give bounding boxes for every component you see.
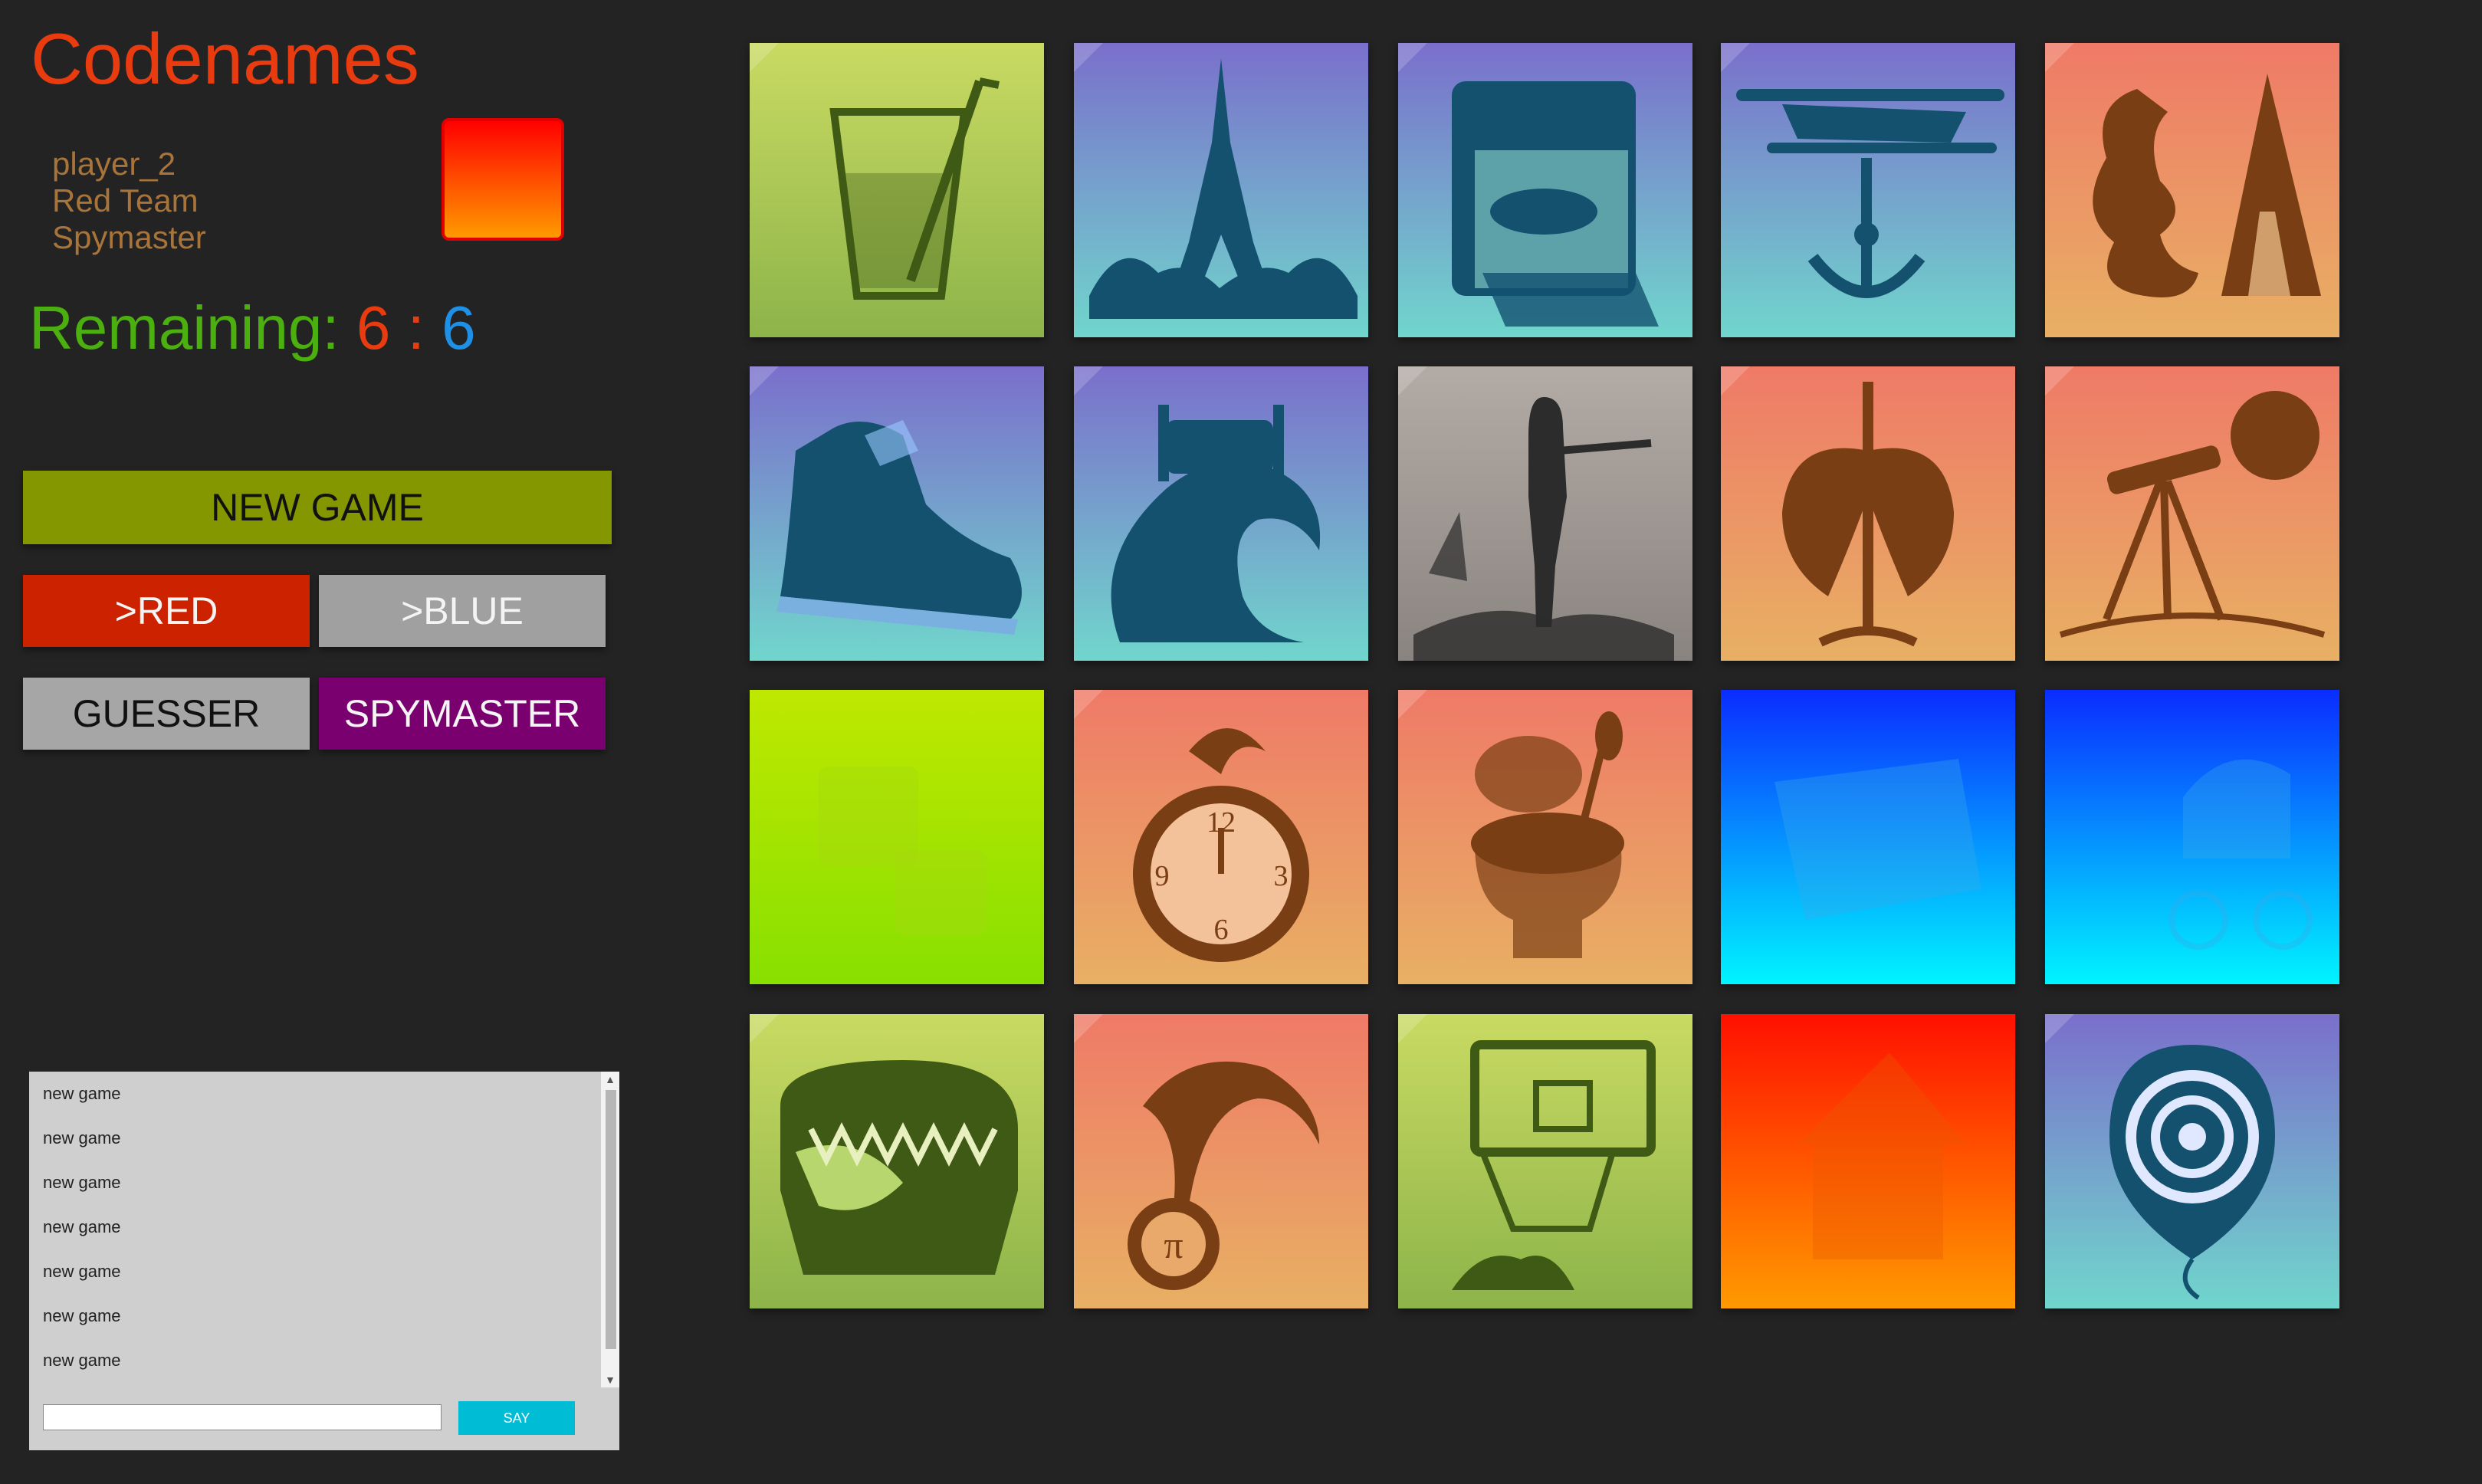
remaining-counter: Remaining: 6 : 6 xyxy=(29,297,476,359)
player-role: Spymaster xyxy=(52,219,206,255)
remaining-separator: : xyxy=(407,294,425,362)
card-puzzle-blocks[interactable] xyxy=(750,690,1044,984)
remaining-label: Remaining: xyxy=(29,294,340,362)
puzzle-blocks-icon xyxy=(819,767,987,935)
card-book[interactable] xyxy=(1721,690,2015,984)
biplane-anchor-icon xyxy=(1736,89,2004,298)
card-medal[interactable]: π xyxy=(1074,1014,1368,1308)
card-corner-marker xyxy=(2045,366,2074,396)
player-name: player_2 xyxy=(52,146,176,182)
svg-text:π: π xyxy=(1164,1223,1183,1266)
mailbox-icon xyxy=(1452,81,1659,327)
chat-message: new game xyxy=(43,1306,121,1325)
svg-text:9: 9 xyxy=(1155,860,1170,892)
chat-message: new game xyxy=(43,1084,121,1103)
app-title: Codenames xyxy=(31,18,419,99)
chat-message: new game xyxy=(43,1128,121,1147)
chat-scrollbar[interactable]: ▲ ▼ xyxy=(601,1072,619,1387)
card-toilet[interactable] xyxy=(1398,690,1692,984)
player-team: Red Team xyxy=(52,182,199,218)
dragon-teepee-icon xyxy=(2093,74,2321,297)
join-blue-button[interactable]: >BLUE xyxy=(319,575,606,647)
card-corner-marker xyxy=(1721,43,1750,72)
card-corner-marker xyxy=(1398,690,1427,719)
card-corner-marker xyxy=(1398,43,1427,72)
card-corner-marker xyxy=(1398,366,1427,396)
svg-text:3: 3 xyxy=(1274,860,1289,892)
card-telescope-planet[interactable] xyxy=(2045,366,2339,661)
bed-wave-icon xyxy=(1111,405,1321,642)
alarm-clock-icon: 1269 3 xyxy=(1133,728,1309,962)
book-icon xyxy=(1774,759,1981,920)
svg-text:6: 6 xyxy=(1214,914,1229,946)
card-corner-marker xyxy=(2045,1014,2074,1043)
card-biplane-anchor[interactable] xyxy=(1721,43,2015,337)
guesser-role-button[interactable]: GUESSER xyxy=(23,678,310,750)
chat-panel: new game new game new game new game new … xyxy=(29,1072,619,1450)
card-basketball-hoop[interactable] xyxy=(1398,1014,1692,1308)
join-red-button[interactable]: >RED xyxy=(23,575,310,647)
card-bed-wave[interactable] xyxy=(1074,366,1368,661)
new-game-button[interactable]: NEW GAME xyxy=(23,471,612,544)
remaining-blue-count: 6 xyxy=(442,294,476,362)
birdhouse-icon xyxy=(1797,1052,1966,1259)
card-eiffel-tower[interactable] xyxy=(1074,43,1368,337)
spymaster-role-button[interactable]: SPYMASTER xyxy=(319,678,606,750)
card-target-balloon[interactable] xyxy=(2045,1014,2339,1308)
card-corner-marker xyxy=(750,366,779,396)
drink-glass-icon xyxy=(829,77,1000,300)
target-balloon-icon xyxy=(2109,1045,2275,1300)
sneaker-icon xyxy=(776,420,1022,635)
card-stroller-chain[interactable] xyxy=(2045,690,2339,984)
card-coat-rack-wings[interactable] xyxy=(1721,366,2015,661)
chat-log[interactable]: new game new game new game new game new … xyxy=(29,1072,599,1387)
player-info: player_2 Red Team Spymaster xyxy=(52,146,206,256)
card-hitchhiker[interactable] xyxy=(1398,366,1692,661)
chat-message: new game xyxy=(43,1217,121,1236)
team-color-swatch xyxy=(442,118,564,241)
chat-input[interactable] xyxy=(43,1404,442,1430)
telescope-planet-icon xyxy=(2059,391,2326,638)
card-drink-glass[interactable] xyxy=(750,43,1044,337)
card-corner-marker xyxy=(1074,1014,1103,1043)
coat-rack-wings-icon xyxy=(1782,382,1954,647)
card-dragon-teepee[interactable] xyxy=(2045,43,2339,337)
medal-icon: π xyxy=(1128,1061,1319,1290)
basketball-hoop-icon xyxy=(1452,1040,1656,1290)
card-corner-marker xyxy=(1074,43,1103,72)
card-corner-marker xyxy=(1074,690,1103,719)
treasure-chest-monster-icon xyxy=(780,1060,1018,1275)
toilet-icon xyxy=(1471,711,1624,958)
scrollbar-thumb[interactable] xyxy=(606,1090,616,1349)
scroll-down-arrow-icon[interactable]: ▼ xyxy=(601,1372,619,1387)
card-corner-marker xyxy=(750,43,779,72)
hitchhiker-icon xyxy=(1413,397,1674,661)
card-corner-marker xyxy=(2045,43,2074,72)
card-alarm-clock[interactable]: 12 6 9 3 xyxy=(1074,690,1368,984)
card-corner-marker xyxy=(1398,1014,1427,1043)
card-birdhouse[interactable] xyxy=(1721,1014,2015,1308)
say-button[interactable]: SAY xyxy=(458,1401,575,1435)
card-treasure-chest-monster[interactable] xyxy=(750,1014,1044,1308)
eiffel-tower-icon xyxy=(1089,58,1358,319)
scroll-up-arrow-icon[interactable]: ▲ xyxy=(601,1072,619,1087)
remaining-red-count: 6 xyxy=(356,294,391,362)
chat-message: new game xyxy=(43,1351,121,1370)
chat-message: new game xyxy=(43,1262,121,1281)
card-mailbox[interactable] xyxy=(1398,43,1692,337)
card-sneaker[interactable] xyxy=(750,366,1044,661)
stroller-chain-icon xyxy=(2168,759,2313,950)
card-corner-marker xyxy=(1721,366,1750,396)
card-corner-marker xyxy=(1074,366,1103,396)
chat-message: new game xyxy=(43,1173,121,1192)
card-corner-marker xyxy=(750,1014,779,1043)
